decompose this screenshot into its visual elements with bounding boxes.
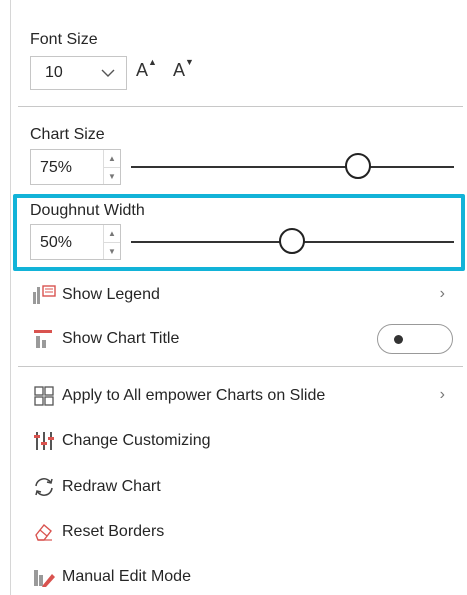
doughnut-width-spinner[interactable]: 50% ▲ ▼ [30, 224, 121, 260]
chevron-right-icon[interactable]: › [440, 285, 445, 303]
chart-title-icon [30, 328, 58, 350]
spin-down-icon[interactable]: ▼ [104, 242, 120, 259]
spin-up-icon[interactable]: ▲ [104, 225, 120, 242]
toggle-knob [394, 335, 403, 344]
reset-borders-label: Reset Borders [62, 523, 165, 540]
caret-up-icon: ▲ [148, 57, 157, 67]
doughnut-width-value: 50% [40, 234, 73, 251]
redraw-chart-label: Redraw Chart [62, 478, 161, 495]
apply-all-label: Apply to All empower Charts on Slide [62, 387, 326, 404]
sliders-icon [30, 430, 58, 452]
divider [18, 366, 463, 367]
chevron-down-icon [101, 69, 115, 77]
show-chart-title-label: Show Chart Title [62, 330, 180, 347]
show-chart-title-toggle[interactable] [377, 324, 453, 354]
change-customizing-label: Change Customizing [62, 432, 211, 449]
chart-size-slider-track[interactable] [131, 166, 454, 168]
doughnut-width-label: Doughnut Width [30, 202, 145, 219]
chevron-right-icon[interactable]: › [440, 386, 445, 404]
show-legend-label: Show Legend [62, 286, 160, 303]
manual-edit-mode-label: Manual Edit Mode [62, 568, 191, 585]
doughnut-width-slider-thumb[interactable] [279, 228, 305, 254]
show-legend-item[interactable]: Show Legend [30, 280, 450, 310]
font-size-dropdown[interactable]: 10 [30, 56, 127, 90]
legend-icon [30, 284, 58, 306]
increase-font-button[interactable]: A▲ [136, 57, 157, 86]
chart-size-label: Chart Size [30, 126, 105, 143]
increase-font-label: A [136, 60, 149, 80]
manual-edit-mode-item[interactable]: Manual Edit Mode [30, 562, 191, 592]
apply-all-item[interactable]: Apply to All empower Charts on Slide [30, 381, 450, 411]
caret-down-icon: ▼ [185, 57, 194, 67]
eraser-icon [30, 521, 58, 543]
show-chart-title-item[interactable]: Show Chart Title [30, 324, 179, 354]
spin-up-icon[interactable]: ▲ [104, 150, 120, 167]
font-size-value: 10 [45, 64, 63, 81]
grid-icon [30, 385, 58, 407]
decrease-font-label: A [173, 60, 186, 80]
spin-down-icon[interactable]: ▼ [104, 167, 120, 184]
edit-chart-icon [30, 566, 58, 588]
redraw-chart-item[interactable]: Redraw Chart [30, 472, 161, 502]
chart-size-spinner[interactable]: 75% ▲ ▼ [30, 149, 121, 185]
change-customizing-item[interactable]: Change Customizing [30, 426, 211, 456]
decrease-font-button[interactable]: A▼ [173, 57, 194, 86]
chart-size-slider-thumb[interactable] [345, 153, 371, 179]
font-size-label: Font Size [30, 31, 98, 48]
divider [18, 106, 463, 107]
spinner-arrows: ▲ ▼ [103, 150, 120, 184]
chart-size-value: 75% [40, 159, 73, 176]
spinner-arrows: ▲ ▼ [103, 225, 120, 259]
refresh-icon [30, 476, 58, 498]
reset-borders-item[interactable]: Reset Borders [30, 517, 164, 547]
